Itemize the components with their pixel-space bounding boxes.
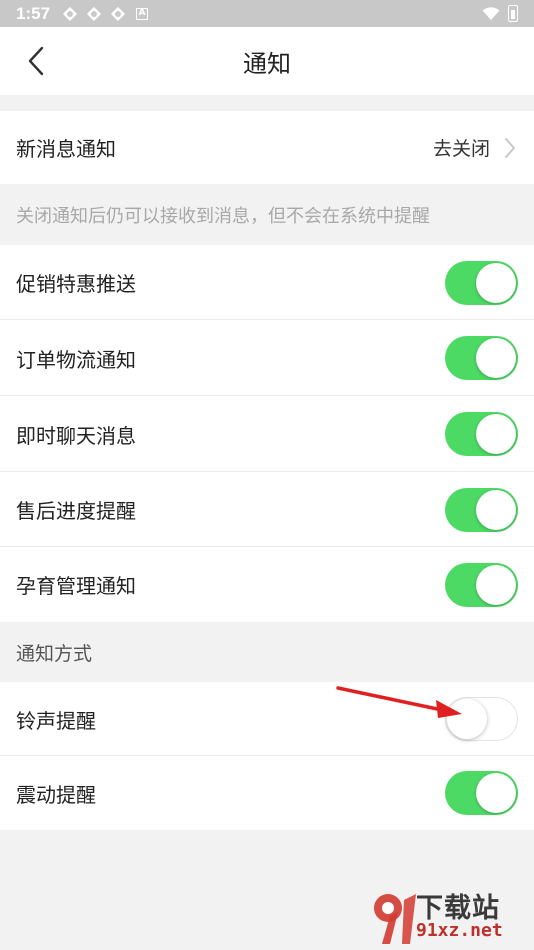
toggle-knob: [476, 773, 516, 813]
promotions-toggle[interactable]: [445, 260, 518, 305]
app-notification-icon: [63, 6, 78, 21]
toggle-row-instant-chat: 即时聊天消息: [0, 396, 534, 472]
pregnancy-toggle[interactable]: [445, 562, 518, 607]
order-logistics-toggle[interactable]: [445, 336, 518, 380]
notification-hint: 关闭通知后仍可以接收到消息，但不会在系统中提醒: [16, 205, 430, 227]
go-close-text: 去关闭: [432, 138, 490, 160]
toggle-row-pregnancy: 孕育管理通知: [0, 547, 534, 622]
battery-icon: [508, 5, 518, 22]
toggle-row-order-logistics: 订单物流通知: [0, 320, 534, 396]
toggle-knob: [447, 699, 487, 739]
go-close-link[interactable]: 去关闭: [433, 134, 516, 161]
brand-logo-icon: [374, 894, 416, 944]
back-button[interactable]: [18, 43, 54, 79]
after-sales-toggle[interactable]: [445, 487, 518, 532]
chevron-left-icon: [28, 46, 44, 76]
page-title: 通知: [243, 49, 291, 78]
app-notification-icon: [111, 6, 126, 21]
watermark: 下载站 91xz.net: [368, 886, 528, 948]
toggle-label: 铃声提醒: [16, 708, 96, 733]
title-bar: 通知: [0, 27, 534, 95]
section-title-notification-method: 通知方式: [16, 642, 93, 665]
new-message-notification-row[interactable]: 新消息通知 去关闭: [0, 111, 534, 184]
app-notification-icon: [87, 6, 102, 21]
toggle-row-ringtone: 铃声提醒: [0, 682, 534, 756]
status-bar: 1:57 A: [0, 0, 534, 27]
instant-chat-toggle[interactable]: [445, 412, 518, 456]
toggle-label: 售后进度提醒: [16, 499, 136, 523]
chevron-right-icon: [505, 137, 515, 158]
watermark-site: 91xz.net: [416, 920, 503, 941]
toggle-row-promotions: 促销特惠推送: [0, 245, 534, 320]
toggle-label: 震动提醒: [16, 782, 96, 807]
toggle-label: 促销特惠推送: [16, 272, 136, 296]
toggle-row-vibration: 震动提醒: [0, 756, 534, 830]
toggle-knob: [476, 564, 516, 605]
ringtone-toggle[interactable]: [445, 697, 518, 741]
wifi-icon: [482, 6, 500, 20]
status-time: 1:57: [16, 3, 51, 23]
toggle-label: 孕育管理通知: [16, 574, 136, 598]
toggle-label: 订单物流通知: [16, 347, 136, 372]
new-message-label: 新消息通知: [16, 137, 116, 161]
toggle-knob: [476, 262, 516, 303]
toggle-knob: [476, 489, 516, 530]
a-badge-icon: A: [136, 7, 149, 20]
toggle-row-after-sales: 售后进度提醒: [0, 472, 534, 547]
toggle-knob: [476, 338, 516, 378]
toggle-label: 即时聊天消息: [16, 423, 136, 448]
toggle-knob: [476, 414, 516, 454]
vibration-toggle[interactable]: [445, 771, 518, 815]
